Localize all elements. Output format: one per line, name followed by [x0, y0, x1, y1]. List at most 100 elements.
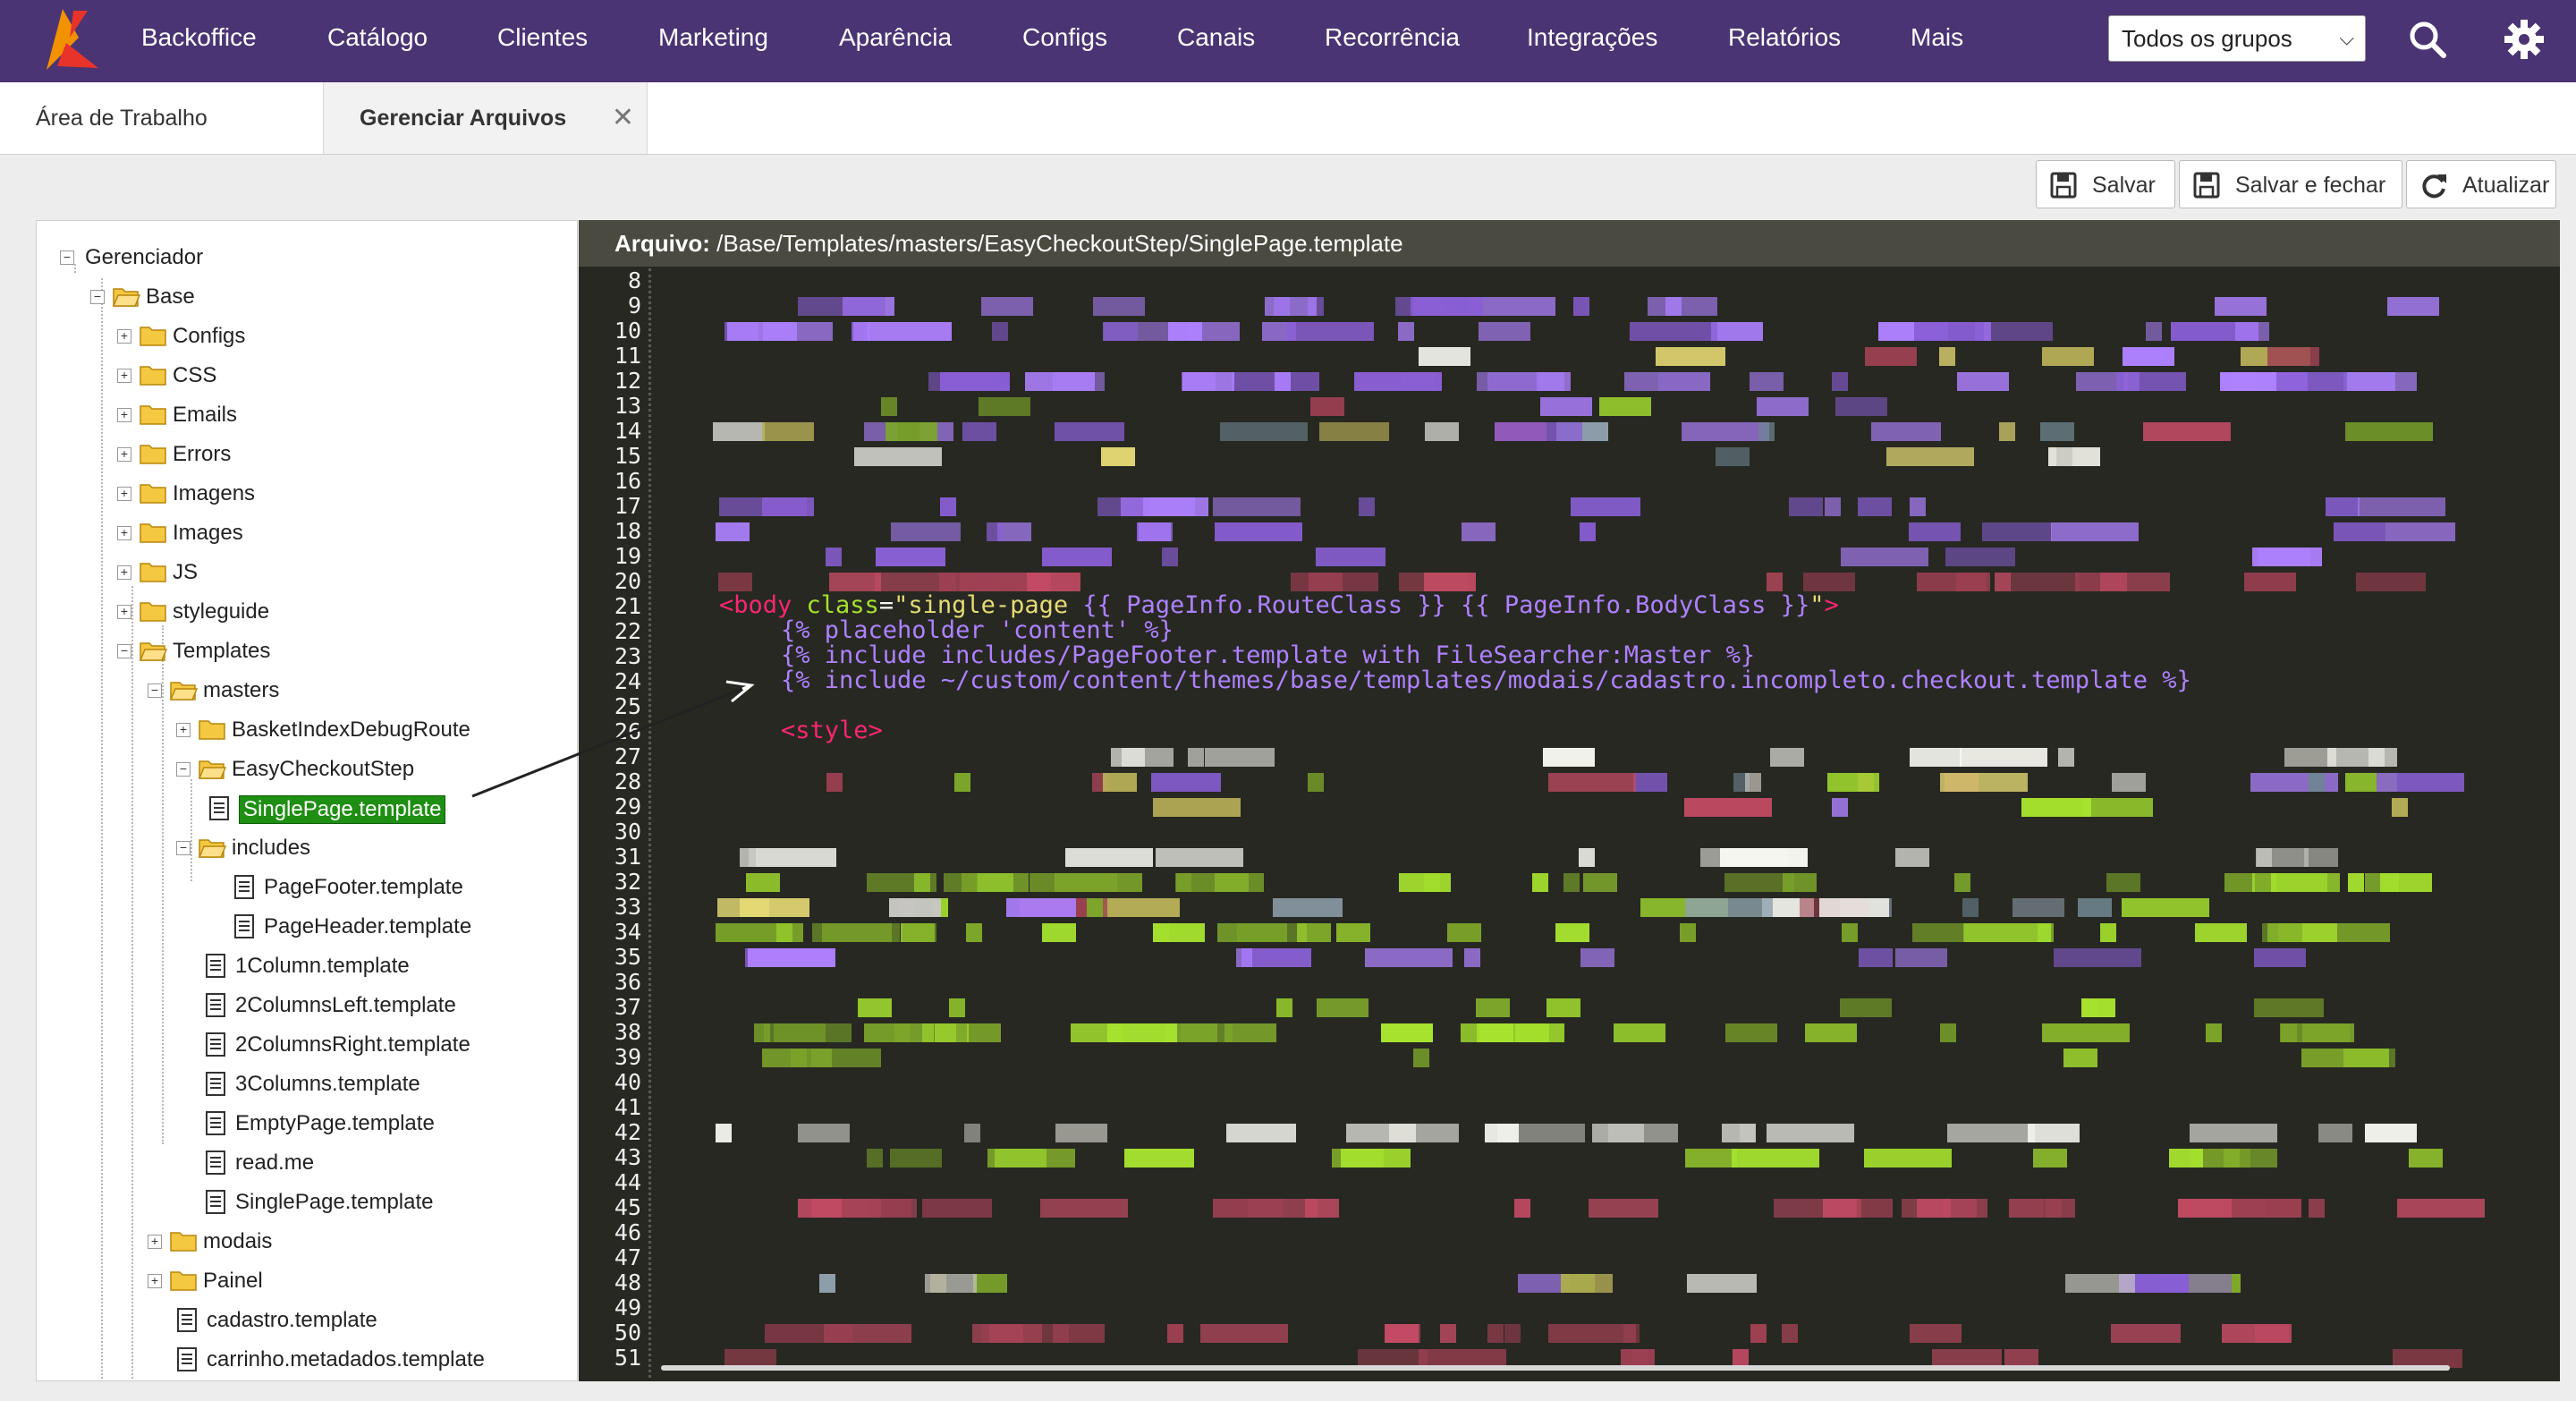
tree-node-label: SinglePage.template [239, 795, 446, 824]
obscured-code-block [1319, 422, 1389, 441]
obscured-code-block [2318, 1124, 2352, 1142]
collapse-toggle[interactable]: − [117, 644, 131, 658]
obscured-code-block [962, 422, 996, 441]
nav-integracoes[interactable]: Integrações [1527, 20, 1657, 55]
obscured-code-block [858, 998, 892, 1017]
obscured-code-block [1917, 1199, 1951, 1218]
obscured-code-block [1940, 1023, 1956, 1042]
code-line-23: {% include includes/PageFooter.template … [781, 641, 1756, 669]
file-icon [206, 1072, 225, 1096]
expand-toggle[interactable]: + [117, 605, 131, 619]
obscured-code-block [2143, 422, 2231, 441]
collapse-toggle[interactable]: − [176, 841, 191, 855]
search-icon[interactable] [2406, 18, 2449, 61]
obscured-code-block [981, 297, 1033, 316]
obscured-code-block [1648, 297, 1717, 316]
obscured-code-block [939, 573, 1027, 591]
obscured-code-block [1957, 372, 2009, 391]
horizontal-scrollbar[interactable] [661, 1365, 2450, 1371]
expand-toggle[interactable]: + [117, 408, 131, 422]
save-button[interactable]: Salvar [2036, 160, 2175, 208]
file-icon [209, 796, 229, 820]
obscured-code-block [1561, 1274, 1613, 1293]
obscured-code-block [2262, 923, 2278, 942]
code-token-tag: > [1824, 591, 1839, 619]
nav-recorrencia[interactable]: Recorrência [1325, 20, 1460, 55]
obscured-code-block [2146, 322, 2162, 341]
tree-node-label: Imagens [173, 481, 256, 505]
file-path-label: Arquivo: [614, 230, 710, 257]
nav-marketing[interactable]: Marketing [658, 20, 768, 55]
nav-mais[interactable]: Mais [1911, 20, 1963, 55]
collapse-toggle[interactable]: − [148, 684, 162, 698]
nav-configs[interactable]: Configs [1022, 20, 1107, 55]
save-and-close-button[interactable]: Salvar e fechar [2179, 160, 2402, 208]
nav-relatorios[interactable]: Relatórios [1728, 20, 1841, 55]
close-icon[interactable]: ✕ [612, 82, 634, 154]
obscured-code-block [881, 397, 897, 416]
expand-toggle[interactable]: + [117, 447, 131, 462]
obscured-code-block [890, 1149, 942, 1168]
obscured-code-block [1087, 898, 1103, 917]
group-select[interactable]: Todos os grupos ⌵ [2108, 15, 2366, 62]
expand-toggle[interactable]: + [117, 369, 131, 383]
obscured-code-block [1107, 1023, 1177, 1042]
file-icon [177, 1347, 197, 1371]
folder-icon [140, 523, 166, 543]
nav-aparencia[interactable]: Aparência [839, 20, 952, 55]
obscured-code-block [748, 948, 835, 967]
line-number: 21 [614, 593, 641, 619]
obscured-code-block [2100, 573, 2170, 591]
obscured-code-block [1886, 447, 1974, 466]
line-number: 13 [614, 393, 641, 419]
expand-toggle[interactable]: + [117, 565, 131, 580]
refresh-button[interactable]: Atualizar [2406, 160, 2556, 208]
tab-gerenciar-arquivos[interactable]: Gerenciar Arquivos ✕ [324, 82, 648, 154]
expand-toggle[interactable]: + [117, 487, 131, 501]
obscured-code-block [1983, 322, 2053, 341]
obscured-code-block [2051, 522, 2139, 541]
tab-bar: Área de Trabalho Gerenciar Arquivos ✕ [0, 82, 2576, 155]
line-number: 46 [614, 1219, 641, 1245]
nav-catalogo[interactable]: Catálogo [327, 20, 428, 55]
obscured-code-block [1215, 522, 1302, 541]
obscured-code-block [1226, 1124, 1296, 1142]
collapse-toggle[interactable]: − [60, 250, 74, 265]
obscured-code-block [1910, 497, 1926, 516]
expand-toggle[interactable]: + [117, 526, 131, 540]
code-editor[interactable]: Arquivo: /Base/Templates/masters/EasyChe… [579, 220, 2560, 1381]
obscured-code-block [1910, 748, 1962, 767]
obscured-code-block [1354, 372, 1442, 391]
vtex-logo-icon[interactable] [39, 7, 102, 72]
obscured-code-block [2206, 1023, 2222, 1042]
obscured-code-block [1864, 1149, 1952, 1168]
expand-toggle[interactable]: + [117, 329, 131, 344]
collapse-toggle[interactable]: − [176, 762, 191, 777]
expand-toggle[interactable]: + [148, 1235, 162, 1249]
obscured-code-block [1939, 347, 1955, 366]
nav-backoffice[interactable]: Backoffice [141, 20, 257, 55]
obscured-code-block [902, 923, 936, 942]
obscured-code-block [1168, 322, 1202, 341]
obscured-code-block [1276, 998, 1292, 1017]
obscured-code-block [1895, 848, 1929, 867]
obscured-code-block [940, 497, 956, 516]
obscured-code-block [763, 322, 833, 341]
obscured-code-block [1805, 1023, 1857, 1042]
obscured-code-block [1945, 548, 2015, 566]
gear-icon[interactable] [2503, 18, 2546, 61]
expand-toggle[interactable]: + [148, 1274, 162, 1288]
nav-clientes[interactable]: Clientes [497, 20, 588, 55]
obscured-code-block [2042, 347, 2094, 366]
group-select-value: Todos os grupos [2122, 25, 2292, 52]
floppy-disk-icon [2050, 172, 2077, 199]
collapse-toggle[interactable]: − [90, 290, 105, 304]
obscured-code-block [2235, 322, 2269, 341]
nav-canais[interactable]: Canais [1177, 20, 1255, 55]
expand-toggle[interactable]: + [176, 723, 191, 737]
tab-area-de-trabalho[interactable]: Área de Trabalho [0, 82, 324, 154]
obscured-code-block [1359, 497, 1375, 516]
file-icon [234, 914, 254, 938]
obscured-code-block [2169, 1149, 2203, 1168]
obscured-code-block [1381, 1023, 1433, 1042]
